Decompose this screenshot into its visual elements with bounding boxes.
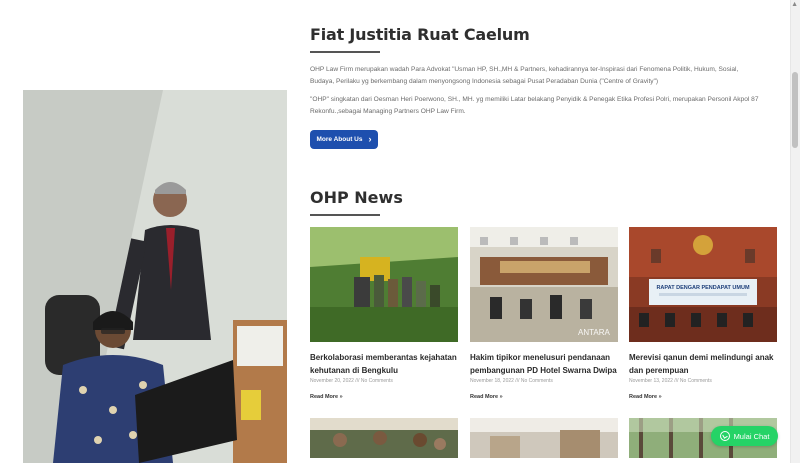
- hero-photo-lawyers: [23, 90, 287, 463]
- about-paragraph-1: OHP Law Firm merupakan wadah Para Advoka…: [310, 66, 739, 85]
- about-heading-underline: [310, 51, 380, 53]
- news-image-courtroom[interactable]: ANTARA: [470, 227, 618, 342]
- news-headline[interactable]: Hakim tipikor menelusuri pendanaan pemba…: [470, 352, 618, 377]
- news-image-watermark: ANTARA: [578, 328, 611, 337]
- read-more-link[interactable]: Read More »: [310, 394, 458, 400]
- news-image-forest[interactable]: [310, 227, 458, 342]
- news-card-2[interactable]: ANTARA Hakim tipikor menelusuri pendanaa…: [470, 227, 618, 400]
- chat-button-label: Mulai Chat: [733, 431, 770, 441]
- news-headline[interactable]: Merevisi qanun demi melindungi anak dan …: [629, 352, 777, 377]
- about-heading: Fiat Justitia Ruat Caelum: [310, 25, 530, 44]
- news-meta: November 13, 2022 /// No Comments: [629, 378, 712, 384]
- news-meta: November 18, 2022 /// No Comments: [470, 378, 553, 384]
- chevron-right-icon: ›: [368, 134, 372, 144]
- news-card-3[interactable]: RAPAT DENGAR PENDAPAT UMUM Merevisi qanu…: [629, 227, 777, 400]
- read-more-link[interactable]: Read More »: [470, 394, 618, 400]
- page-scrollbar[interactable]: ▲: [790, 0, 800, 463]
- whatsapp-icon: [719, 431, 730, 441]
- news-meta: November 20, 2022 /// No Comments: [310, 378, 393, 384]
- news-image-banner-text: RAPAT DENGAR PENDAPAT UMUM: [656, 285, 750, 291]
- news-headline[interactable]: Berkolaborasi memberantas kejahatan kehu…: [310, 352, 458, 377]
- news-image-next-2[interactable]: [470, 418, 618, 458]
- whatsapp-chat-button[interactable]: Mulai Chat: [711, 426, 778, 446]
- more-about-us-label: More About Us: [316, 136, 363, 143]
- scrollbar-thumb[interactable]: [792, 72, 798, 148]
- news-heading-underline: [310, 214, 380, 216]
- news-image-hearing[interactable]: RAPAT DENGAR PENDAPAT UMUM: [629, 227, 777, 342]
- about-paragraph-2: "OHP" singkatan dari Oesman Heri Poerwon…: [310, 96, 759, 115]
- scroll-up-arrow-icon[interactable]: ▲: [791, 1, 798, 9]
- read-more-link[interactable]: Read More »: [629, 394, 777, 400]
- more-about-us-button[interactable]: More About Us ›: [310, 130, 378, 149]
- news-card-1[interactable]: Berkolaborasi memberantas kejahatan kehu…: [310, 227, 458, 400]
- news-heading: OHP News: [310, 188, 403, 207]
- news-image-next-1[interactable]: [310, 418, 458, 458]
